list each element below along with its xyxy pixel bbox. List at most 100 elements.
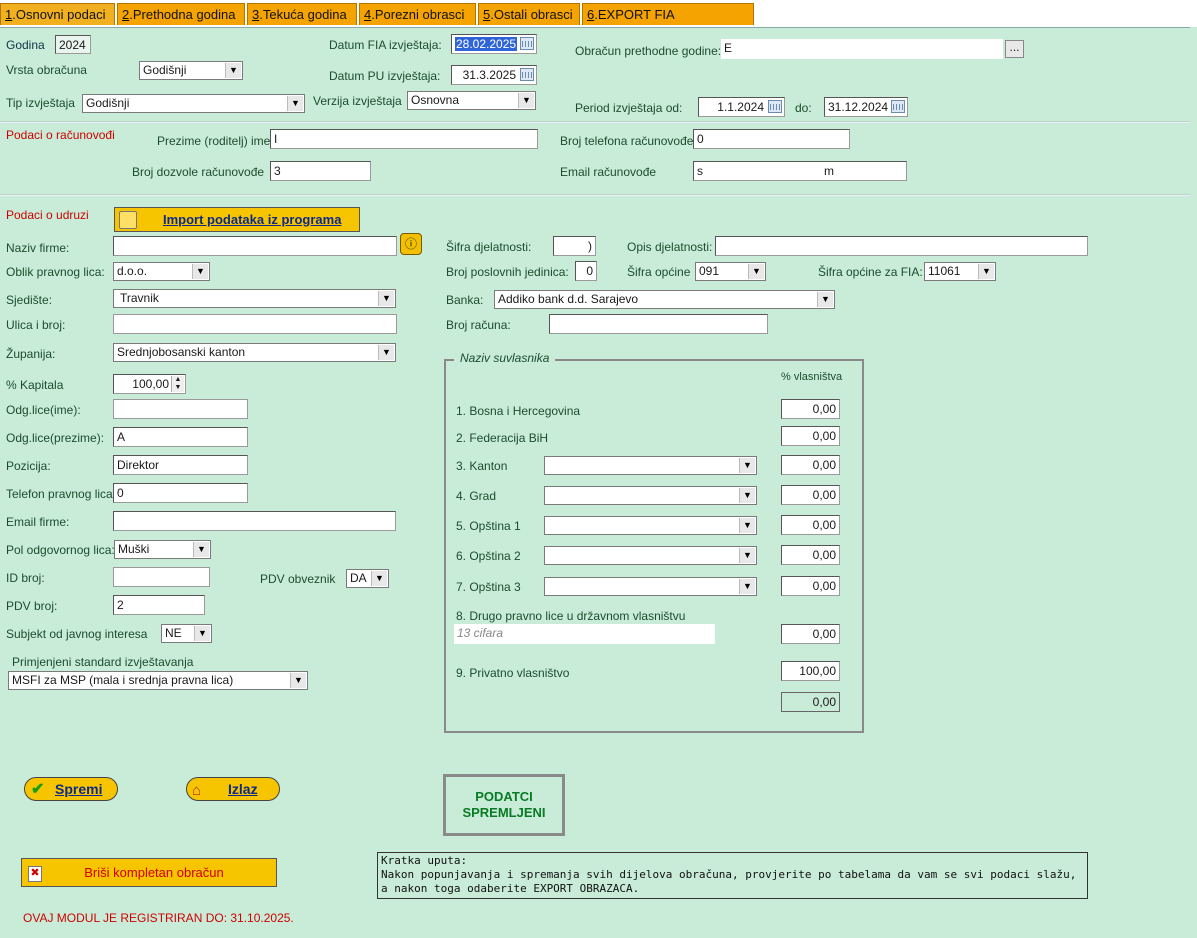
zupanija-select[interactable]: Srednjobosanski kanton ▼ <box>113 343 396 362</box>
obracun-prethodne-field[interactable]: E <box>721 39 1003 59</box>
vlasnistvo-header: % vlasništva <box>781 371 843 383</box>
sjediste-select[interactable]: Travnik ▼ <box>113 289 396 308</box>
racunovodja-prezime-field[interactable]: I <box>270 129 538 149</box>
suvlasnik-value-5[interactable]: 0,00 <box>781 515 840 535</box>
pdv-obveznik-select[interactable]: DA ▼ <box>346 569 389 588</box>
divider <box>0 194 1190 196</box>
sifra-djelatnosti-label: Šifra djelatnosti: <box>446 240 532 254</box>
poslovne-jedinice-field[interactable]: 0 <box>575 261 597 281</box>
vrsta-obracuna-select[interactable]: Godišnji ▼ <box>139 61 243 80</box>
tab-prethodna-godina[interactable]: 2.Prethodna godina <box>117 3 245 25</box>
email-firme-field[interactable] <box>113 511 396 531</box>
godina-label: Godina <box>6 38 45 52</box>
racunovodja-section-title: Podaci o računovođi <box>6 128 115 142</box>
chevron-down-icon: ▼ <box>378 345 394 360</box>
telefon-firme-field[interactable]: 0 <box>113 483 248 503</box>
calendar-icon[interactable] <box>520 68 534 81</box>
chevron-down-icon: ▼ <box>739 488 755 503</box>
tab-tekuca-godina[interactable]: 3.Tekuća godina <box>247 3 357 25</box>
racunovodja-dozvola-field[interactable]: 3 <box>270 161 371 181</box>
grad-select[interactable]: ▼ <box>544 486 757 505</box>
pozicija-label: Pozicija: <box>6 459 51 473</box>
tab-porezni-obrasci[interactable]: 4.Porezni obrasci <box>359 3 476 25</box>
pdv-broj-label: PDV broj: <box>6 599 58 613</box>
import-icon <box>119 211 137 229</box>
calendar-icon[interactable] <box>891 100 905 113</box>
verzija-select[interactable]: Osnovna ▼ <box>407 91 536 110</box>
opstina-1-select[interactable]: ▼ <box>544 516 757 535</box>
suvlasnik-value-4[interactable]: 0,00 <box>781 485 840 505</box>
import-button[interactable]: Import podataka iz programa <box>114 207 360 232</box>
standard-select[interactable]: MSFI za MSP (mala i srednja pravna lica)… <box>8 671 308 690</box>
sifra-opcine-fia-select[interactable]: 11061 ▼ <box>924 262 996 281</box>
suvlasnik-value-1[interactable]: 0,00 <box>781 399 840 419</box>
vrsta-obracuna-label: Vrsta obračuna <box>6 63 87 77</box>
chevron-down-icon: ▼ <box>518 93 534 108</box>
suvlasnik-value-3[interactable]: 0,00 <box>781 455 840 475</box>
drugo-pravno-lice-field[interactable]: 13 cifara <box>454 624 715 644</box>
calendar-icon[interactable] <box>520 37 534 50</box>
tab-ostali-obrasci[interactable]: 5.Ostali obrasci <box>478 3 580 25</box>
drugo-pravno-lice-value[interactable]: 0,00 <box>781 624 840 644</box>
naziv-firme-field[interactable] <box>113 236 397 256</box>
broj-racuna-label: Broj računa: <box>446 318 511 332</box>
tip-izvjestaja-select[interactable]: Godišnji ▼ <box>82 94 305 113</box>
racunovodja-dozvola-label: Broj dozvole računovođe <box>132 165 265 179</box>
subjekt-select[interactable]: NE ▼ <box>161 624 212 643</box>
sifra-djelatnosti-field[interactable]: ) <box>553 236 596 256</box>
racunovodja-telefon-field[interactable]: 0 <box>693 129 850 149</box>
suvlasnik-label-7: 7. Opština 3 <box>456 580 521 594</box>
suvlasnik-value-7[interactable]: 0,00 <box>781 576 840 596</box>
odg-ime-field[interactable] <box>113 399 248 419</box>
izlaz-button[interactable]: ⌂ Izlaz <box>186 777 280 801</box>
info-icon[interactable]: ⓘ <box>400 233 422 255</box>
chevron-down-icon: ▼ <box>193 542 209 557</box>
brisi-obracun-button[interactable]: ✖ Briši kompletan obračun <box>21 858 277 887</box>
sifra-opcine-select[interactable]: 091 ▼ <box>695 262 766 281</box>
spremi-button[interactable]: ✔ Spremi <box>24 777 118 801</box>
datum-fia-field[interactable]: 28.02.2025 <box>451 34 537 54</box>
id-broj-field[interactable] <box>113 567 210 587</box>
tab-osnovni-podaci[interactable]: 1.Osnovni podaci <box>0 3 115 25</box>
datum-fia-label: Datum FIA izvještaja: <box>329 38 442 52</box>
period-od-field[interactable]: 1.1.2024 <box>698 97 785 117</box>
opstina-3-select[interactable]: ▼ <box>544 577 757 596</box>
checkmark-icon: ✔ <box>31 781 45 798</box>
odg-prezime-field[interactable]: A <box>113 427 248 447</box>
divider <box>0 121 1190 123</box>
tab-export-fia[interactable]: 6.EXPORT FIA OBRAZACA <box>582 3 754 44</box>
broj-racuna-field[interactable] <box>549 314 768 334</box>
sifra-opcine-label: Šifra općine <box>627 265 691 279</box>
pdv-broj-field[interactable]: 2 <box>113 595 205 615</box>
ulica-field[interactable] <box>113 314 397 334</box>
kanton-select[interactable]: ▼ <box>544 456 757 475</box>
spinner-arrows-icon[interactable]: ▲ ▼ <box>171 376 184 392</box>
oblik-select[interactable]: d.o.o. ▼ <box>113 262 210 281</box>
chevron-down-icon: ▼ <box>748 264 764 279</box>
browse-button[interactable]: ... <box>1005 40 1024 58</box>
sifra-opcine-fia-label: Šifra općine za FIA: <box>818 265 923 279</box>
pozicija-field[interactable]: Direktor <box>113 455 248 475</box>
pol-label: Pol odgovornog lica: <box>6 543 115 557</box>
tip-izvjestaja-label: Tip izvještaja <box>6 96 75 110</box>
racunovodja-email-field[interactable]: sm <box>693 161 907 181</box>
datum-pu-field[interactable]: 31.3.2025 <box>451 65 537 85</box>
banka-select[interactable]: Addiko bank d.d. Sarajevo ▼ <box>494 290 835 309</box>
privatno-value[interactable]: 100,00 <box>781 661 840 681</box>
godina-field[interactable]: 2024 <box>55 35 91 54</box>
opis-djelatnosti-field[interactable] <box>715 236 1088 256</box>
pol-select[interactable]: Muški ▼ <box>114 540 211 559</box>
period-do-field[interactable]: 31.12.2024 <box>824 97 908 117</box>
suvlasnik-value-2[interactable]: 0,00 <box>781 426 840 446</box>
kapital-label: % Kapitala <box>6 378 64 392</box>
vlasnistvo-total: 0,00 <box>781 692 840 712</box>
suvlasnik-value-6[interactable]: 0,00 <box>781 545 840 565</box>
opstina-2-select[interactable]: ▼ <box>544 546 757 565</box>
odg-ime-label: Odg.lice(ime): <box>6 403 81 417</box>
chevron-down-icon: ▼ <box>978 264 994 279</box>
racunovodja-prezime-label: Prezime (roditelj) ime <box>157 134 271 148</box>
kapital-spinner[interactable]: 100,00 ▲ ▼ <box>113 374 186 394</box>
chevron-down-icon: ▼ <box>287 96 303 111</box>
suvlasnik-label-3: 3. Kanton <box>456 459 508 473</box>
calendar-icon[interactable] <box>768 100 782 113</box>
